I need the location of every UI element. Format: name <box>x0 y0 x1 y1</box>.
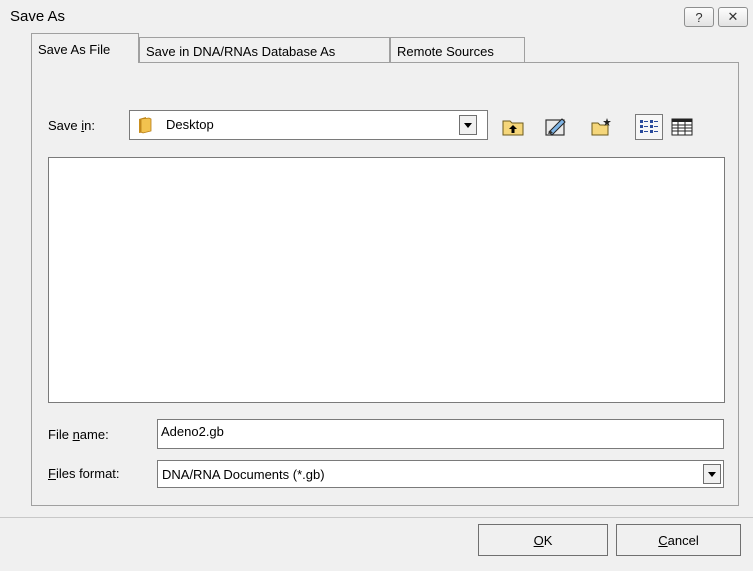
tab-remote-sources[interactable]: Remote Sources <box>390 37 525 62</box>
tab-label: Remote Sources <box>397 44 494 59</box>
window-title: Save As <box>10 8 66 25</box>
close-icon: ✕ <box>727 9 739 24</box>
details-view-button[interactable] <box>668 114 696 140</box>
save-in-dropdown-button[interactable] <box>459 115 477 135</box>
up-folder-icon <box>502 120 524 136</box>
chevron-down-icon <box>708 471 716 477</box>
tab-save-in-database[interactable]: Save in DNA/RNAs Database As <box>139 37 390 62</box>
list-view-button[interactable] <box>635 114 663 140</box>
tab-label: Save As File <box>38 42 111 57</box>
close-button[interactable]: ✕ <box>718 7 748 27</box>
cancel-button[interactable]: Cancel <box>616 524 741 556</box>
file-name-input[interactable]: Adeno2.gb <box>157 419 724 449</box>
desktop-icon <box>545 118 566 136</box>
files-format-label: Files format: <box>48 466 120 481</box>
save-in-label: Save in: <box>48 118 95 133</box>
save-in-dropdown[interactable]: Desktop <box>129 110 488 140</box>
chevron-down-icon <box>464 122 472 128</box>
up-folder-button[interactable] <box>499 114 527 140</box>
files-format-dropdown[interactable]: DNA/RNA Documents (*.gb) <box>157 460 724 488</box>
separator <box>0 517 753 518</box>
files-format-value: DNA/RNA Documents (*.gb) <box>162 467 325 482</box>
tab-save-as-file[interactable]: Save As File <box>31 33 139 63</box>
file-name-label: File name: <box>48 427 109 442</box>
folder-icon <box>137 116 153 137</box>
help-button[interactable]: ? <box>684 7 714 27</box>
ok-button[interactable]: OK <box>478 524 608 556</box>
new-folder-icon <box>591 118 611 136</box>
desktop-button[interactable] <box>542 114 570 140</box>
file-name-value: Adeno2.gb <box>161 424 224 439</box>
save-in-value: Desktop <box>166 117 214 132</box>
title-bar <box>0 0 753 35</box>
details-view-icon <box>671 118 693 136</box>
files-format-dropdown-button[interactable] <box>703 464 721 484</box>
tab-label: Save in DNA/RNAs Database As <box>146 44 336 59</box>
file-list[interactable] <box>48 157 725 403</box>
help-icon: ? <box>695 9 703 25</box>
new-folder-button[interactable] <box>588 114 616 140</box>
list-view-icon <box>640 120 658 133</box>
